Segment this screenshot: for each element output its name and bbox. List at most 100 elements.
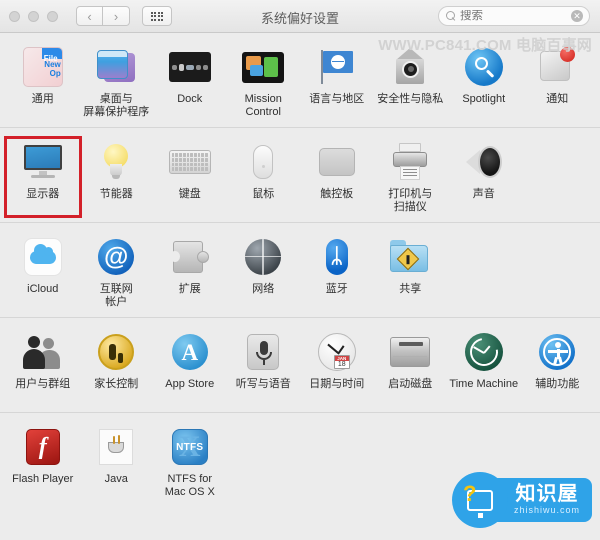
- users-groups-icon: [21, 330, 65, 374]
- pref-pane-label: 辅助功能: [535, 378, 580, 390]
- pref-pane-label: Flash Player: [12, 473, 74, 485]
- pref-pane-label: NTFS for Mac OS X: [164, 473, 215, 498]
- displays-icon: [21, 140, 65, 184]
- traffic-light-buttons: [9, 10, 58, 22]
- pref-pane-sound[interactable]: 声音: [447, 138, 521, 216]
- pref-pane-trackpad[interactable]: 触控板: [300, 138, 374, 216]
- badge-brand-en: zhishiwu.com: [513, 505, 580, 515]
- close-button[interactable]: [9, 10, 20, 22]
- pref-pane-icloud[interactable]: iCloud: [6, 233, 80, 311]
- navigation-buttons: ‹ ›: [76, 6, 130, 26]
- desktop-screensaver-icon: [94, 45, 138, 89]
- pref-pane-date-time[interactable]: JAN 18 日期与时间: [300, 328, 374, 406]
- language-region-icon: [315, 45, 359, 89]
- pref-pane-label: 声音: [472, 188, 495, 200]
- pref-pane-parental-controls[interactable]: 家长控制: [80, 328, 154, 406]
- preference-panes-container: File New Op 通用 桌面与 屏幕保护程序 Dock Mission Control…: [0, 33, 600, 507]
- pref-pane-dictation-speech[interactable]: 听写与语音: [227, 328, 301, 406]
- pref-pane-label: 节能器: [99, 188, 133, 200]
- pref-pane-general[interactable]: File New Op 通用: [6, 43, 80, 121]
- pref-pane-label: Java: [104, 473, 128, 485]
- date-time-icon: JAN 18: [315, 330, 359, 374]
- pref-pane-bluetooth[interactable]: ᛦ 蓝牙: [300, 233, 374, 311]
- pref-pane-label: 扩展: [178, 283, 201, 295]
- pref-pane-label: 通知: [546, 93, 569, 105]
- pref-pane-ntfs[interactable]: X NTFS NTFS for Mac OS X: [153, 423, 227, 501]
- forward-button[interactable]: ›: [103, 6, 130, 26]
- pref-pane-flash-player[interactable]: f Flash Player: [6, 423, 80, 501]
- pref-pane-label: 通用: [31, 93, 54, 105]
- pref-pane-label: Dock: [177, 93, 203, 105]
- extensions-icon: [168, 235, 212, 279]
- pref-pane-label: 语言与地区: [309, 93, 365, 105]
- pref-pane-displays[interactable]: 显示器: [4, 136, 82, 218]
- dictation-speech-icon: [241, 330, 285, 374]
- pref-pane-label: 桌面与 屏幕保护程序: [83, 93, 150, 118]
- monitor-question-icon: ?: [451, 472, 508, 528]
- pref-pane-mouse[interactable]: 鼠标: [227, 138, 301, 216]
- pref-pane-label: Spotlight: [462, 93, 506, 105]
- minimize-button[interactable]: [28, 10, 39, 22]
- pref-pane-mission-control[interactable]: Mission Control: [227, 43, 301, 121]
- badge-brand-cn: 知识屋: [515, 483, 579, 505]
- clear-search-icon[interactable]: ✕: [571, 10, 583, 22]
- sharing-icon: [388, 235, 432, 279]
- pref-pane-java[interactable]: Java: [80, 423, 154, 501]
- pref-pane-label: Time Machine: [449, 378, 519, 390]
- sound-icon: [462, 140, 506, 184]
- mouse-icon: [241, 140, 285, 184]
- pane-row-internet-wireless: iCloud @ 互联网 帐户 扩展 网络 ᛦ 蓝牙 共享: [0, 223, 600, 318]
- printers-scanners-icon: [388, 140, 432, 184]
- pref-pane-app-store[interactable]: A App Store: [153, 328, 227, 406]
- pref-pane-users-groups[interactable]: 用户与群组: [6, 328, 80, 406]
- bluetooth-icon: ᛦ: [315, 235, 359, 279]
- pref-pane-internet-accounts[interactable]: @ 互联网 帐户: [80, 233, 154, 311]
- pref-pane-accessibility[interactable]: 辅助功能: [521, 328, 595, 406]
- keyboard-icon: [168, 140, 212, 184]
- pref-pane-time-machine[interactable]: Time Machine: [447, 328, 521, 406]
- pref-pane-label: 听写与语音: [235, 378, 291, 390]
- pref-pane-label: iCloud: [27, 283, 59, 295]
- pref-pane-label: 启动磁盘: [388, 378, 433, 390]
- back-button[interactable]: ‹: [76, 6, 103, 26]
- system-preferences-window: ‹ › 系统偏好设置 ✕ WWW.PC841.COM 电脑百事网 FileNew…: [0, 0, 600, 540]
- pref-pane-label: 安全性与隐私: [377, 93, 444, 105]
- search-field[interactable]: ✕: [438, 6, 590, 26]
- pref-pane-label: 鼠标: [252, 188, 275, 200]
- window-titlebar: ‹ › 系统偏好设置 ✕: [0, 0, 600, 33]
- network-icon: [241, 235, 285, 279]
- internet-accounts-icon: @: [94, 235, 138, 279]
- show-all-grid-icon[interactable]: [142, 6, 172, 26]
- pref-pane-sharing[interactable]: 共享: [374, 233, 448, 311]
- pref-pane-desktop-screensaver[interactable]: 桌面与 屏幕保护程序: [80, 43, 154, 121]
- pref-pane-label: 显示器: [26, 188, 60, 200]
- pref-pane-label: 日期与时间: [309, 378, 365, 390]
- search-input[interactable]: [460, 10, 560, 22]
- search-icon: [446, 11, 456, 21]
- pref-pane-energy-saver[interactable]: 节能器: [80, 138, 154, 216]
- pref-pane-label: 互联网 帐户: [99, 283, 133, 308]
- pref-pane-dock[interactable]: Dock: [153, 43, 227, 121]
- dock-icon: [168, 45, 212, 89]
- app-store-icon: A: [168, 330, 212, 374]
- energy-saver-icon: [94, 140, 138, 184]
- startup-disk-icon: [388, 330, 432, 374]
- pref-pane-network[interactable]: 网络: [227, 233, 301, 311]
- pref-pane-startup-disk[interactable]: 启动磁盘: [374, 328, 448, 406]
- pref-pane-label: 键盘: [178, 188, 201, 200]
- java-icon: [94, 425, 138, 469]
- accessibility-icon: [535, 330, 579, 374]
- ntfs-icon: X NTFS: [168, 425, 212, 469]
- pref-pane-label: 蓝牙: [325, 283, 348, 295]
- pref-pane-language-region[interactable]: 语言与地区: [300, 43, 374, 121]
- pref-pane-keyboard[interactable]: 键盘: [153, 138, 227, 216]
- pane-grid: 显示器 节能器 键盘 鼠标 触控板 打印机与 扫描仪 声音: [4, 136, 594, 218]
- pane-row-system: 用户与群组 家长控制 A App Store 听写与语音 JAN 18 日期与时间 启动磁盘 Ti…: [0, 318, 600, 413]
- pane-grid: 用户与群组 家长控制 A App Store 听写与语音 JAN 18 日期与时间 启动磁盘 Ti…: [6, 328, 594, 406]
- pref-pane-printers-scanners[interactable]: 打印机与 扫描仪: [374, 138, 448, 216]
- zoom-button[interactable]: [47, 10, 58, 22]
- mission-control-icon: [241, 45, 285, 89]
- general-icon: File New Op: [21, 45, 65, 89]
- time-machine-icon: [462, 330, 506, 374]
- pref-pane-extensions[interactable]: 扩展: [153, 233, 227, 311]
